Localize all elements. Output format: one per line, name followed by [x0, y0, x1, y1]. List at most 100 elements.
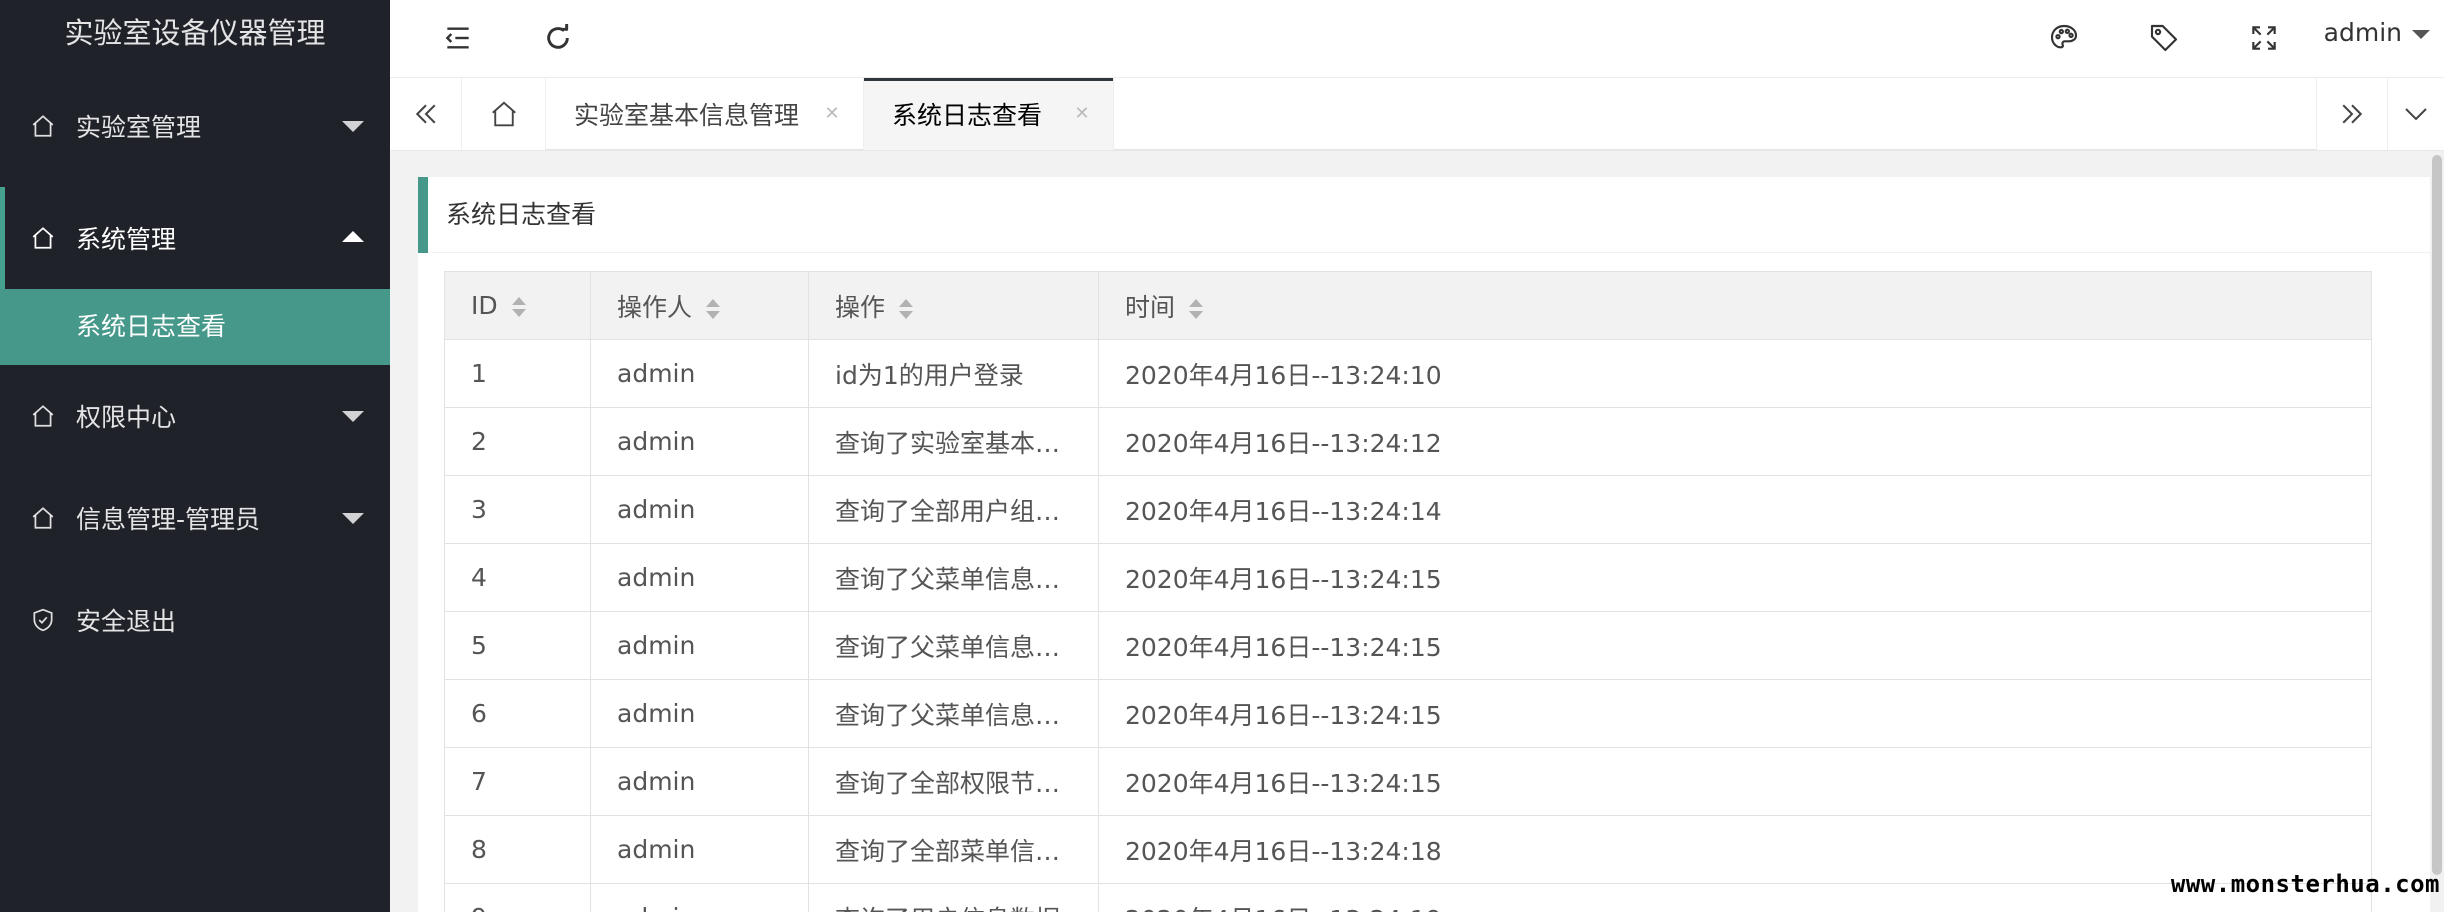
sidebar-row[interactable]: 系统管理: [0, 187, 390, 289]
top-header: admin: [390, 0, 2444, 78]
column-label: ID: [471, 291, 498, 320]
username: admin: [2323, 18, 2402, 47]
table-row[interactable]: 9 admin 查询了用户信息数据 2020年4月16日--13:24:19: [444, 883, 2372, 912]
sidebar-row[interactable]: 信息管理-管理员: [0, 467, 390, 569]
table-row[interactable]: 7 admin 查询了全部权限节… 2020年4月16日--13:24:15: [444, 747, 2372, 816]
sort-icon[interactable]: [706, 298, 721, 320]
chevron-down-icon: [342, 513, 364, 524]
sidebar-nav: 实验室管理 系统管理 系统日志查看 权限中心 信息管理-管理员 安全退出: [0, 65, 390, 671]
cell-operation: 查询了全部用户组…: [808, 475, 1099, 544]
column-label: 操作人: [617, 292, 693, 322]
cell-operator: admin: [590, 339, 809, 408]
cell-time: 2020年4月16日--13:24:14: [1098, 475, 2372, 544]
sidebar-item-logout[interactable]: 安全退出: [0, 569, 390, 671]
sidebar-item-lab-management[interactable]: 实验室管理: [0, 65, 390, 187]
cell-id: 9: [444, 883, 591, 912]
cell-time: 2020年4月16日--13:24:10: [1098, 339, 2372, 408]
main-content: 系统日志查看 ID 操作人 操作 时间 1 admin id为1的用户登录 20…: [390, 151, 2444, 912]
cell-id: 6: [444, 679, 591, 748]
cell-operation: 查询了全部菜单信…: [808, 815, 1099, 884]
sidebar-row[interactable]: 权限中心: [0, 365, 390, 467]
scrollbar-thumb[interactable]: [2432, 155, 2442, 875]
cell-operator: admin: [590, 475, 809, 544]
cell-operation: 查询了父菜单信息…: [808, 611, 1099, 680]
sort-icon[interactable]: [1189, 298, 1204, 320]
panel-title: 系统日志查看: [418, 177, 2430, 253]
user-menu[interactable]: admin: [2324, 0, 2444, 66]
table-row[interactable]: 2 admin 查询了实验室基本… 2020年4月16日--13:24:12: [444, 407, 2372, 476]
cell-operation: 查询了父菜单信息…: [808, 543, 1099, 612]
tab-label: 系统日志查看: [892, 101, 1043, 130]
cell-operator: admin: [590, 611, 809, 680]
close-icon[interactable]: ✕: [823, 105, 841, 123]
tag-icon[interactable]: [2144, 18, 2184, 58]
column-header-operator[interactable]: 操作人: [590, 271, 809, 340]
submenu: 系统日志查看: [0, 289, 390, 365]
cell-id: 7: [444, 747, 591, 816]
home-tab[interactable]: [462, 78, 546, 150]
tabs-scroll-right-button[interactable]: [2316, 78, 2388, 150]
home-icon: [30, 225, 56, 251]
vertical-scrollbar[interactable]: [2430, 151, 2444, 912]
tab-lab-basic-info[interactable]: 实验室基本信息管理 ✕: [546, 78, 864, 150]
cell-time: 2020年4月16日--13:24:15: [1098, 611, 2372, 680]
palette-icon[interactable]: [2044, 18, 2084, 58]
cell-id: 5: [444, 611, 591, 680]
cell-operation: 查询了全部权限节…: [808, 747, 1099, 816]
sidebar: 实验室设备仪器管理 实验室管理 系统管理 系统日志查看 权限中心 信息管理-管理…: [0, 0, 390, 912]
watermark: www.monsterhua.com: [2170, 870, 2440, 898]
home-icon: [30, 113, 56, 139]
sidebar-item-system-management[interactable]: 系统管理 系统日志查看: [0, 187, 390, 365]
log-panel: 系统日志查看 ID 操作人 操作 时间 1 admin id为1的用户登录 20…: [418, 177, 2430, 912]
cell-operator: admin: [590, 747, 809, 816]
table-row[interactable]: 4 admin 查询了父菜单信息… 2020年4月16日--13:24:15: [444, 543, 2372, 612]
cell-operator: admin: [590, 815, 809, 884]
cell-time: 2020年4月16日--13:24:15: [1098, 747, 2372, 816]
sidebar-item-info-management-admin[interactable]: 信息管理-管理员: [0, 467, 390, 569]
column-header-time[interactable]: 时间: [1098, 271, 2372, 340]
cell-time: 2020年4月16日--13:24:12: [1098, 407, 2372, 476]
table-row[interactable]: 5 admin 查询了父菜单信息… 2020年4月16日--13:24:15: [444, 611, 2372, 680]
caret-down-icon: [2412, 29, 2430, 39]
chevron-down-icon: [342, 411, 364, 422]
cell-id: 2: [444, 407, 591, 476]
cell-operation: id为1的用户登录: [808, 339, 1099, 408]
menu-collapse-icon[interactable]: [438, 18, 478, 58]
column-label: 时间: [1125, 292, 1176, 322]
home-icon: [30, 403, 56, 429]
sort-icon[interactable]: [899, 298, 914, 320]
cell-operator: admin: [590, 679, 809, 748]
chevron-up-icon: [342, 231, 364, 242]
tabs-dropdown-button[interactable]: [2388, 78, 2444, 150]
tab-system-log[interactable]: 系统日志查看 ✕: [864, 78, 1114, 150]
cell-id: 1: [444, 339, 591, 408]
cell-id: 4: [444, 543, 591, 612]
close-icon[interactable]: ✕: [1073, 105, 1091, 123]
sidebar-subitem-system-log[interactable]: 系统日志查看: [0, 289, 390, 365]
sidebar-row[interactable]: 安全退出: [0, 569, 390, 671]
sidebar-row[interactable]: 实验室管理: [0, 65, 390, 187]
sort-icon[interactable]: [511, 296, 526, 318]
sidebar-item-permission-center[interactable]: 权限中心: [0, 365, 390, 467]
cell-operation: 查询了父菜单信息…: [808, 679, 1099, 748]
table-row[interactable]: 1 admin id为1的用户登录 2020年4月16日--13:24:10: [444, 339, 2372, 408]
table-row[interactable]: 3 admin 查询了全部用户组… 2020年4月16日--13:24:14: [444, 475, 2372, 544]
app-root: 实验室设备仪器管理 实验室管理 系统管理 系统日志查看 权限中心 信息管理-管理…: [0, 0, 2444, 912]
table-row[interactable]: 6 admin 查询了父菜单信息… 2020年4月16日--13:24:15: [444, 679, 2372, 748]
shield-check-icon: [30, 607, 56, 633]
tabs-scroll-left-button[interactable]: [390, 78, 462, 150]
log-table: ID 操作人 操作 时间 1 admin id为1的用户登录 2020年4月16…: [444, 271, 2372, 912]
cell-id: 3: [444, 475, 591, 544]
column-label: 操作: [835, 292, 886, 322]
home-icon: [30, 505, 56, 531]
refresh-icon[interactable]: [538, 18, 578, 58]
column-header-id[interactable]: ID: [444, 271, 591, 340]
table-row[interactable]: 8 admin 查询了全部菜单信… 2020年4月16日--13:24:18: [444, 815, 2372, 884]
fullscreen-icon[interactable]: [2244, 18, 2284, 58]
cell-operation: 查询了实验室基本…: [808, 407, 1099, 476]
sidebar-item-label: 安全退出: [76, 607, 177, 636]
column-header-operation[interactable]: 操作: [808, 271, 1099, 340]
cell-operator: admin: [590, 543, 809, 612]
cell-id: 8: [444, 815, 591, 884]
sidebar-item-label: 实验室管理: [76, 113, 202, 142]
